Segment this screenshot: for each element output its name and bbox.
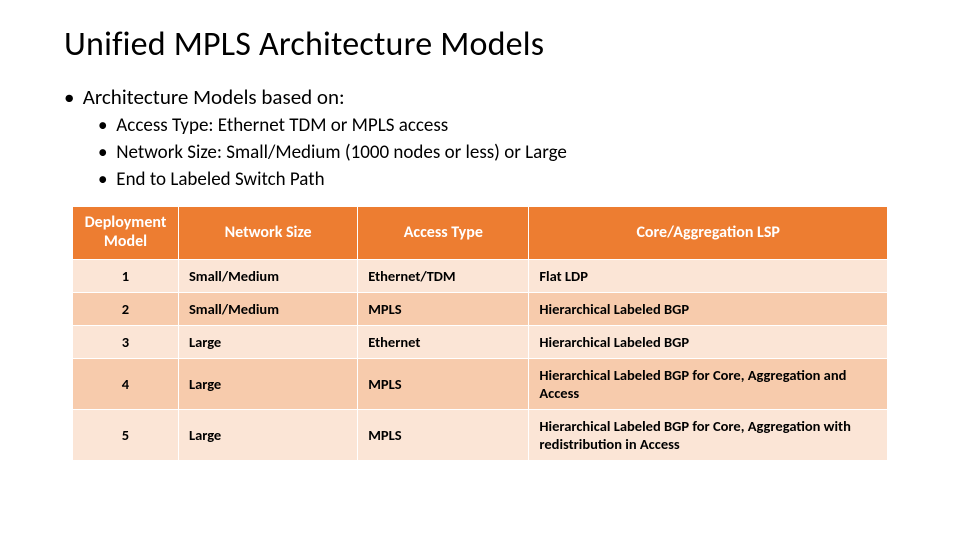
bullet-level2: • End to Labeled Switch Path xyxy=(98,167,896,193)
bullet-level2: • Network Size: Small/Medium (1000 nodes… xyxy=(98,140,896,166)
cell-size: Large xyxy=(178,326,357,359)
bullet-level2: • Access Type: Ethernet TDM or MPLS acce… xyxy=(98,113,896,139)
cell-size: Large xyxy=(178,410,357,461)
bullet-icon: • xyxy=(98,140,112,166)
bullet-text: End to Labeled Switch Path xyxy=(116,168,324,191)
cell-lsp: Hierarchical Labeled BGP for Core, Aggre… xyxy=(529,410,888,461)
cell-access: MPLS xyxy=(358,293,529,326)
bullet-list: • Architecture Models based on: • Access… xyxy=(64,83,896,192)
bullet-text: Access Type: Ethernet TDM or MPLS access xyxy=(116,114,448,137)
cell-lsp: Hierarchical Labeled BGP xyxy=(529,293,888,326)
bullet-text: Network Size: Small/Medium (1000 nodes o… xyxy=(116,141,567,164)
table-row: 1 Small/Medium Ethernet/TDM Flat LDP xyxy=(73,260,888,293)
cell-access: MPLS xyxy=(358,410,529,461)
bullet-icon: • xyxy=(98,167,112,193)
cell-lsp: Hierarchical Labeled BGP for Core, Aggre… xyxy=(529,359,888,410)
cell-size: Large xyxy=(178,359,357,410)
cell-size: Small/Medium xyxy=(178,260,357,293)
table-header-row: Deployment Model Network Size Access Typ… xyxy=(73,207,888,260)
cell-access: MPLS xyxy=(358,359,529,410)
col-core-agg-lsp: Core/Aggregation LSP xyxy=(529,207,888,260)
cell-model: 1 xyxy=(73,260,179,293)
bullet-level1: • Architecture Models based on: xyxy=(64,83,896,111)
bullet-icon: • xyxy=(64,83,78,111)
cell-model: 4 xyxy=(73,359,179,410)
cell-size: Small/Medium xyxy=(178,293,357,326)
col-access-type: Access Type xyxy=(358,207,529,260)
models-table: Deployment Model Network Size Access Typ… xyxy=(72,206,888,461)
slide: Unified MPLS Architecture Models • Archi… xyxy=(0,0,960,461)
table-row: 4 Large MPLS Hierarchical Labeled BGP fo… xyxy=(73,359,888,410)
cell-model: 3 xyxy=(73,326,179,359)
cell-model: 5 xyxy=(73,410,179,461)
slide-title: Unified MPLS Architecture Models xyxy=(64,24,896,65)
cell-lsp: Hierarchical Labeled BGP xyxy=(529,326,888,359)
cell-access: Ethernet/TDM xyxy=(358,260,529,293)
cell-model: 2 xyxy=(73,293,179,326)
table-row: 3 Large Ethernet Hierarchical Labeled BG… xyxy=(73,326,888,359)
table-row: 2 Small/Medium MPLS Hierarchical Labeled… xyxy=(73,293,888,326)
cell-lsp: Flat LDP xyxy=(529,260,888,293)
cell-access: Ethernet xyxy=(358,326,529,359)
table-container: Deployment Model Network Size Access Typ… xyxy=(72,206,888,461)
bullet-icon: • xyxy=(98,113,112,139)
bullet-text: Architecture Models based on: xyxy=(83,84,345,110)
table-row: 5 Large MPLS Hierarchical Labeled BGP fo… xyxy=(73,410,888,461)
col-network-size: Network Size xyxy=(178,207,357,260)
col-deployment-model: Deployment Model xyxy=(73,207,179,260)
